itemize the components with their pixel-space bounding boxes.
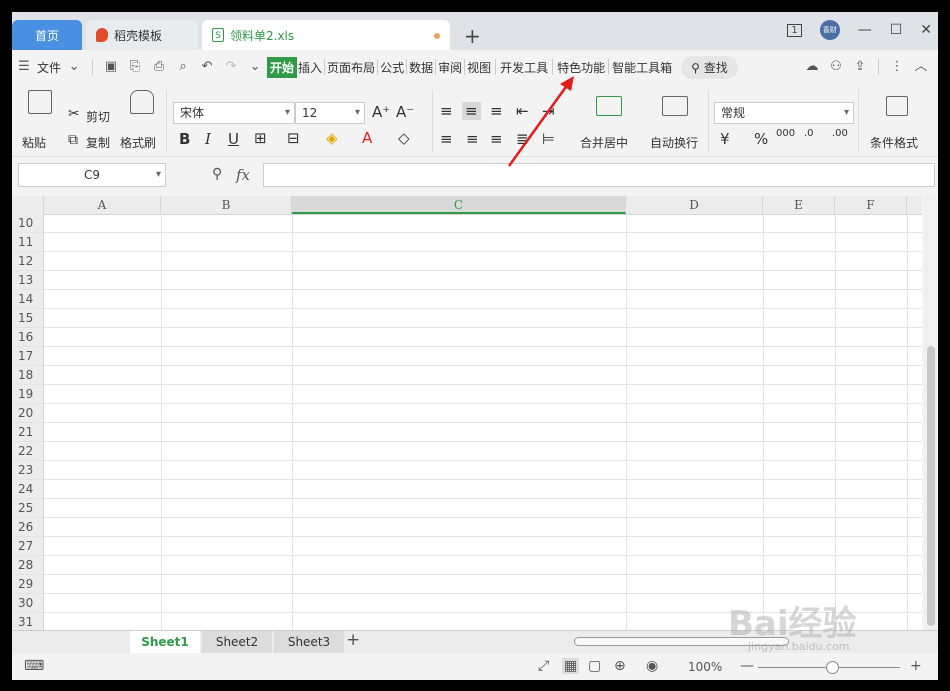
- annotation-arrow: [507, 76, 574, 167]
